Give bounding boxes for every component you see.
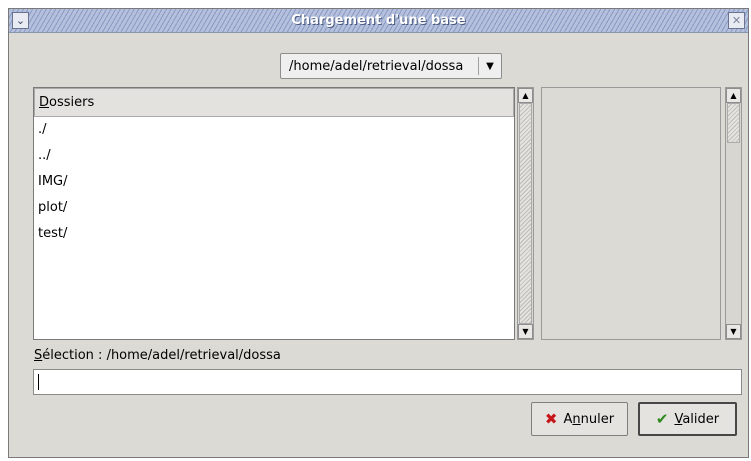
scroll-up-button[interactable]: ▲: [518, 88, 533, 103]
validate-label-rest: alider: [682, 411, 720, 427]
cancel-label-rest: nuler: [580, 411, 615, 427]
close-button[interactable]: ✕: [728, 12, 745, 29]
scroll-thumb[interactable]: [727, 103, 740, 143]
header-label: ossiers: [49, 95, 95, 110]
close-icon: ✕: [731, 14, 742, 27]
directory-scrollbar[interactable]: ▲ ▼: [517, 87, 534, 340]
directory-item[interactable]: ./: [34, 117, 514, 143]
cancel-button[interactable]: ✖ Annuler: [531, 402, 628, 436]
scroll-thumb[interactable]: [519, 103, 532, 324]
arrow-up-icon: ▲: [730, 91, 737, 100]
checkmark-icon: ✔: [655, 409, 669, 428]
path-dropdown[interactable]: /home/adel/retrieval/dossa ▼: [280, 53, 502, 79]
selection-label: Sélection : /home/adel/retrieval/dossa: [34, 348, 281, 363]
cancel-label: Annuler: [563, 412, 614, 427]
scroll-down-button[interactable]: ▼: [726, 324, 741, 339]
directory-column-header[interactable]: Dossiers: [34, 88, 514, 117]
arrow-down-icon: ▼: [730, 327, 737, 336]
header-mnemonic: D: [39, 95, 50, 110]
arrow-up-icon: ▲: [522, 91, 529, 100]
directory-item[interactable]: plot/: [34, 195, 514, 221]
scroll-down-button[interactable]: ▼: [518, 324, 533, 339]
cancel-icon: ✖: [544, 409, 558, 428]
file-dialog-window: ⌄ Chargement d'une base ✕ /home/adel/ret…: [8, 8, 749, 458]
directory-item[interactable]: ../: [34, 143, 514, 169]
dropdown-arrow-icon: ▼: [486, 60, 494, 72]
arrow-down-icon: ▼: [522, 327, 529, 336]
cancel-label-mnemonic: n: [572, 411, 581, 427]
selection-input[interactable]: [33, 369, 742, 395]
scroll-up-button[interactable]: ▲: [726, 88, 741, 103]
file-list: [541, 87, 721, 340]
selection-text: élection : /home/adel/retrieval/dossa: [42, 348, 281, 363]
directory-item[interactable]: IMG/: [34, 169, 514, 195]
text-caret: [38, 374, 39, 390]
file-list-scrollbar[interactable]: ▲ ▼: [725, 87, 742, 340]
directory-item[interactable]: test/: [34, 221, 514, 247]
path-dropdown-value: /home/adel/retrieval/dossa: [289, 58, 464, 74]
validate-button[interactable]: ✔ Valider: [638, 402, 737, 436]
window-title: Chargement d'une base: [291, 13, 466, 28]
title-bar[interactable]: ⌄ Chargement d'une base ✕: [9, 9, 748, 33]
directory-list: Dossiers ./ ../ IMG/ plot/ test/: [33, 87, 515, 340]
validate-label: Valider: [674, 412, 719, 427]
